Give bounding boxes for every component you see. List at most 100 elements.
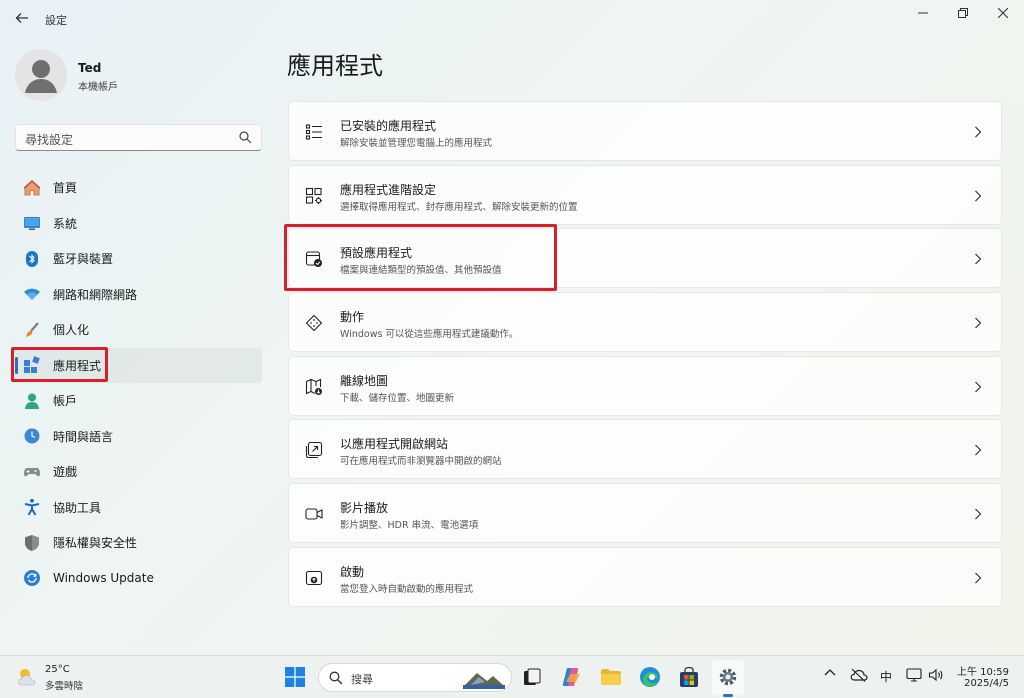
actions-icon xyxy=(304,313,324,333)
user-avatar-icon xyxy=(25,60,57,93)
copilot-icon xyxy=(562,668,580,686)
sidebar-nav: 首頁 系統 藍牙與裝置 網路和網際網路 個人化 應用程式 帳戶 時間與語言 遊戲… xyxy=(12,170,262,596)
card-description: 當您登入時自動啟動的應用程式 xyxy=(340,583,474,595)
close-button[interactable] xyxy=(992,4,1014,22)
chevron-right-icon xyxy=(972,507,984,521)
sidebar-item-home[interactable]: 首頁 xyxy=(12,170,262,206)
card-description: 解除安裝並管理您電腦上的應用程式 xyxy=(340,138,493,149)
windows-logo-icon xyxy=(285,667,305,687)
show-hidden-icons-button[interactable] xyxy=(822,668,838,676)
card-description: 選擇取得應用程式、封存應用程式、解除安裝更新的位置 xyxy=(340,201,578,213)
sidebar-item-privacy-security[interactable]: 隱私權與安全性 xyxy=(12,525,262,561)
open-website-icon xyxy=(304,440,324,460)
chevron-right-icon xyxy=(972,252,984,266)
card-video-playback[interactable]: 影片播放 影片調整、HDR 串流、電池選項 xyxy=(288,483,1002,544)
bluetooth-icon xyxy=(23,250,41,268)
network-status[interactable] xyxy=(905,668,923,682)
shield-icon xyxy=(23,534,41,552)
sidebar-item-label: 藍牙與裝置 xyxy=(53,252,114,267)
search-placeholder: 尋找設定 xyxy=(25,133,74,147)
search-icon xyxy=(239,131,252,144)
card-title: 影片播放 xyxy=(340,501,389,516)
arrow-left-icon xyxy=(15,13,28,23)
card-startup[interactable]: 啟動 當您登入時自動啟動的應用程式 xyxy=(288,546,1002,607)
card-apps-for-websites[interactable]: 以應用程式開啟網站 可在應用程式而非瀏覽器中開啟的網站 xyxy=(288,419,1002,480)
onedrive-status[interactable] xyxy=(849,668,869,682)
home-icon xyxy=(23,179,41,197)
sidebar-item-label: 遊戲 xyxy=(53,465,78,480)
sidebar-item-gaming[interactable]: 遊戲 xyxy=(12,454,262,490)
sidebar-item-personalization[interactable]: 個人化 xyxy=(12,312,262,348)
weather-temperature: 25°C xyxy=(45,664,70,675)
card-advanced-app-settings[interactable]: 應用程式進階設定 選擇取得應用程式、封存應用程式、解除安裝更新的位置 xyxy=(288,164,1002,225)
sidebar-item-accounts[interactable]: 帳戶 xyxy=(12,383,262,419)
monitor-network-icon xyxy=(906,668,922,682)
card-title: 以應用程式開啟網站 xyxy=(340,437,449,452)
file-explorer-button[interactable] xyxy=(599,665,623,689)
maximize-button[interactable] xyxy=(952,4,974,22)
card-title: 應用程式進階設定 xyxy=(340,182,437,197)
chevron-right-icon xyxy=(972,316,984,330)
speaker-icon xyxy=(928,668,943,682)
minimize-button[interactable] xyxy=(912,4,934,22)
card-description: 可在應用程式而非瀏覽器中開啟的網站 xyxy=(340,456,502,468)
sidebar-item-label: 帳戶 xyxy=(53,394,78,409)
card-offline-maps[interactable]: 離線地圖 下載、儲存位置、地圖更新 xyxy=(288,355,1002,416)
accessibility-icon xyxy=(23,498,41,516)
wifi-icon xyxy=(23,285,41,303)
card-title: 已安裝的應用程式 xyxy=(340,119,437,133)
sidebar-item-system[interactable]: 系統 xyxy=(12,206,262,242)
brush-icon xyxy=(23,321,41,339)
startup-icon xyxy=(304,568,324,588)
microsoft-store-button[interactable] xyxy=(677,665,701,689)
ime-indicator[interactable]: 中 xyxy=(878,668,894,685)
sidebar-item-label: 系統 xyxy=(53,216,78,231)
start-button[interactable] xyxy=(283,665,307,689)
sidebar-item-bluetooth[interactable]: 藍牙與裝置 xyxy=(12,241,262,277)
chevron-right-icon xyxy=(972,125,984,139)
user-name: Ted xyxy=(78,61,102,75)
taskbar-search[interactable]: 搜尋 xyxy=(318,663,512,692)
chevron-right-icon xyxy=(972,380,984,394)
chevron-right-icon xyxy=(972,443,984,457)
running-indicator xyxy=(723,694,733,697)
page-title: 應用程式 xyxy=(287,52,383,80)
sidebar-item-label: 網路和網際網路 xyxy=(53,287,138,302)
clock-time: 上午 10:59 xyxy=(957,667,1009,678)
clock-date: 2025/4/5 xyxy=(964,678,1009,689)
update-icon xyxy=(23,569,41,587)
user-profile[interactable]: Ted 本機帳戶 xyxy=(15,49,255,103)
volume-control[interactable] xyxy=(928,668,944,682)
restore-icon xyxy=(958,8,968,18)
settings-taskbar-button[interactable] xyxy=(716,665,740,689)
sidebar-item-label: 協助工具 xyxy=(53,500,102,515)
cloud-off-icon xyxy=(850,668,868,682)
system-icon xyxy=(23,214,41,232)
back-button[interactable] xyxy=(12,8,32,28)
card-title: 啟動 xyxy=(340,564,365,579)
copilot-button[interactable] xyxy=(560,665,584,689)
account-type: 本機帳戶 xyxy=(78,82,118,93)
highlight-box-default-apps xyxy=(284,224,557,291)
sidebar-item-time-language[interactable]: 時間與語言 xyxy=(12,419,262,455)
gamepad-icon xyxy=(23,463,41,481)
edge-button[interactable] xyxy=(638,665,662,689)
card-actions[interactable]: 動作 Windows 可以從這些應用程式建議動作。 xyxy=(288,292,1002,353)
gear-icon xyxy=(719,668,737,686)
video-icon xyxy=(304,504,324,524)
search-highlight-icon xyxy=(463,673,505,689)
task-view-button[interactable] xyxy=(520,665,544,689)
advanced-apps-icon xyxy=(304,186,324,206)
sidebar-item-label: 隱私權與安全性 xyxy=(53,536,138,551)
offline-maps-icon xyxy=(304,377,324,397)
sidebar-item-windows-update[interactable]: Windows Update xyxy=(12,561,262,597)
sidebar-item-network[interactable]: 網路和網際網路 xyxy=(12,277,262,313)
sidebar-item-label: 個人化 xyxy=(53,323,90,338)
avatar xyxy=(15,49,67,101)
account-icon xyxy=(23,392,41,410)
card-installed-apps[interactable]: 已安裝的應用程式 解除安裝並管理您電腦上的應用程式 xyxy=(288,101,1002,161)
highlight-box-apps xyxy=(11,347,108,382)
card-description: 影片調整、HDR 串流、電池選項 xyxy=(340,520,479,532)
search-input[interactable]: 尋找設定 xyxy=(15,124,262,151)
sidebar-item-accessibility[interactable]: 協助工具 xyxy=(12,490,262,526)
